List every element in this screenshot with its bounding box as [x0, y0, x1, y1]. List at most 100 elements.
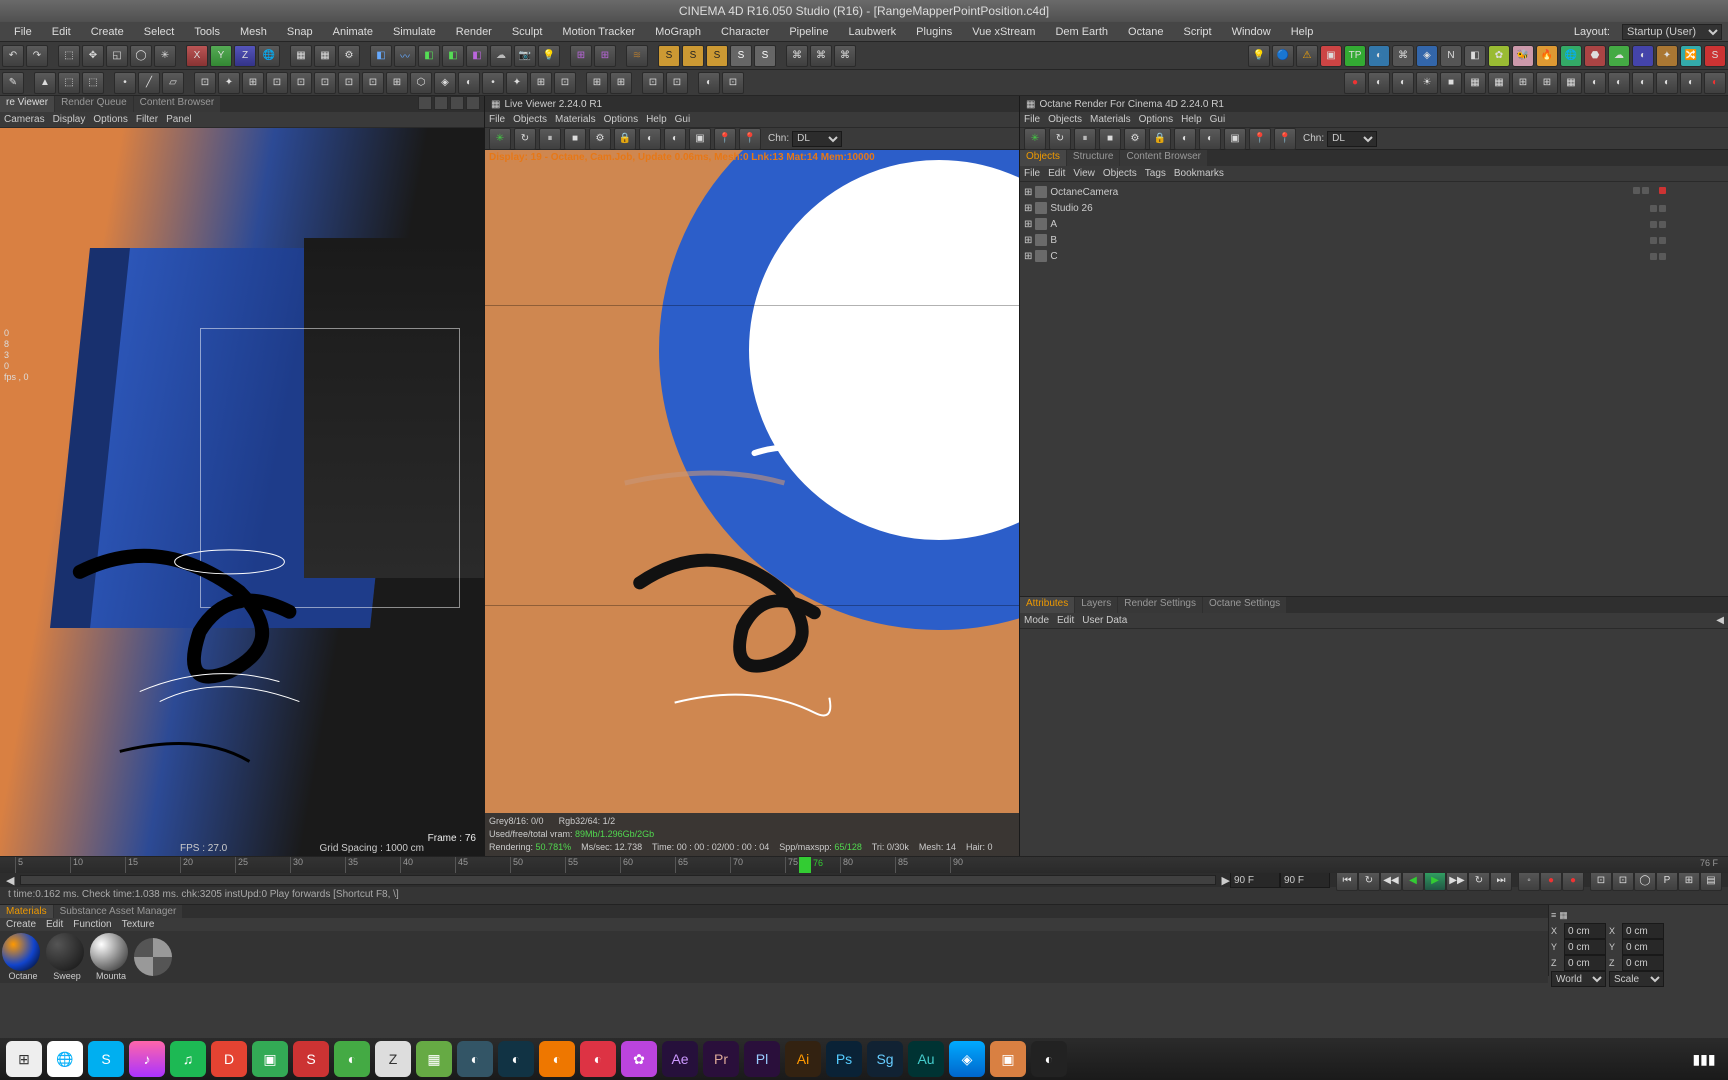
spotify-icon[interactable]: ♫: [170, 1041, 206, 1077]
objmenu-file[interactable]: File: [1024, 168, 1040, 179]
chn-dropdown[interactable]: DL: [792, 131, 842, 147]
substance5-button[interactable]: S: [754, 45, 776, 67]
sel6[interactable]: ⊡: [722, 72, 744, 94]
ball4[interactable]: ◐: [1656, 72, 1678, 94]
world-dropdown[interactable]: World: [1551, 971, 1606, 987]
oct2-stop[interactable]: ■: [1099, 128, 1121, 150]
menu-motiontracker[interactable]: Motion Tracker: [554, 24, 643, 40]
menu-script[interactable]: Script: [1175, 24, 1219, 40]
tab-content-browser[interactable]: Content Browser: [134, 96, 220, 112]
vp-cameras-menu[interactable]: Display: [53, 114, 86, 125]
sq1[interactable]: ■: [1440, 72, 1462, 94]
check-icon[interactable]: ▦: [1560, 72, 1582, 94]
menu-mesh[interactable]: Mesh: [232, 24, 275, 40]
swap-icon[interactable]: ◐: [580, 1041, 616, 1077]
move-button[interactable]: ✥: [82, 45, 104, 67]
effector-button[interactable]: ⊞: [594, 45, 616, 67]
plg4[interactable]: ⌘: [1392, 45, 1414, 67]
oct-gui[interactable]: Gui: [1210, 114, 1226, 125]
vp-display-menu[interactable]: Options: [93, 114, 127, 125]
tab-substance[interactable]: Substance Asset Manager: [54, 905, 183, 918]
menu-sculpt[interactable]: Sculpt: [504, 24, 551, 40]
scale-dropdown[interactable]: Scale: [1609, 971, 1664, 987]
material-shelf[interactable]: Octane Sweep Mounta: [0, 931, 1548, 983]
pos-x[interactable]: [1564, 923, 1606, 939]
grid2[interactable]: ⊞: [1536, 72, 1558, 94]
object-tree[interactable]: ⊞ OctaneCamera ⊞ Studio 26 ⊞ A ⊞ B ⊞: [1020, 182, 1728, 596]
menu-plugins[interactable]: Plugins: [908, 24, 960, 40]
tree-studio26[interactable]: ⊞ Studio 26: [1022, 200, 1726, 216]
plg9[interactable]: 🐝: [1512, 45, 1534, 67]
snap7[interactable]: ⊡: [338, 72, 360, 94]
pl-icon[interactable]: Pl: [744, 1041, 780, 1077]
ball5[interactable]: ◐: [1680, 72, 1702, 94]
oct-pin[interactable]: 📍: [714, 128, 736, 150]
lens2[interactable]: ◐: [1392, 72, 1414, 94]
oct-file[interactable]: File: [1024, 114, 1040, 125]
scroll-right-icon[interactable]: ▶: [1222, 874, 1230, 887]
vp-zoom-icon[interactable]: [434, 96, 448, 110]
maxon-icon[interactable]: ◐: [498, 1041, 534, 1077]
render-button[interactable]: ▦: [290, 45, 312, 67]
au-icon[interactable]: Au: [908, 1041, 944, 1077]
texture-mode-button[interactable]: ⬚: [58, 72, 80, 94]
menu-select[interactable]: Select: [136, 24, 183, 40]
menu-create[interactable]: Create: [83, 24, 132, 40]
tab-materials[interactable]: Materials: [0, 905, 53, 918]
menu-window[interactable]: Window: [1224, 24, 1279, 40]
tab-objects[interactable]: Objects: [1020, 150, 1066, 166]
lv-gui[interactable]: Gui: [675, 114, 691, 125]
itunes-icon[interactable]: ♪: [129, 1041, 165, 1077]
oct2-pin2[interactable]: 📍: [1274, 128, 1296, 150]
size-x[interactable]: [1622, 923, 1664, 939]
oct2-sphere[interactable]: ◐: [1174, 128, 1196, 150]
plg8[interactable]: ✿: [1488, 45, 1510, 67]
spline-button[interactable]: 〰: [394, 45, 416, 67]
material-sweep[interactable]: Sweep: [46, 933, 88, 981]
tab-structure[interactable]: Structure: [1067, 150, 1120, 166]
nav-back-icon[interactable]: ◀: [1716, 615, 1724, 626]
snap2[interactable]: ✦: [218, 72, 240, 94]
lv-options[interactable]: Options: [604, 114, 638, 125]
plg13[interactable]: ☁: [1608, 45, 1630, 67]
vp-filter-menu[interactable]: Panel: [166, 114, 192, 125]
snap14[interactable]: ✦: [506, 72, 528, 94]
tree-c[interactable]: ⊞ C: [1022, 248, 1726, 264]
objmenu-view[interactable]: View: [1073, 168, 1095, 179]
plg17[interactable]: S: [1704, 45, 1726, 67]
objmenu-bookmarks[interactable]: Bookmarks: [1174, 168, 1224, 179]
vp-rotate-icon[interactable]: [450, 96, 464, 110]
end-frame-field[interactable]: [1230, 872, 1280, 888]
oct-logo-icon[interactable]: ✳: [489, 128, 511, 150]
scale-button[interactable]: ◱: [106, 45, 128, 67]
lv-help[interactable]: Help: [646, 114, 667, 125]
menu-tools[interactable]: Tools: [186, 24, 228, 40]
brush-icon[interactable]: ▦: [416, 1041, 452, 1077]
lv-objects[interactable]: Objects: [513, 114, 547, 125]
tab-render-queue[interactable]: Render Queue: [55, 96, 133, 112]
work-plane-button[interactable]: ⬚: [82, 72, 104, 94]
ae-icon[interactable]: Ae: [662, 1041, 698, 1077]
attr-edit[interactable]: Edit: [1057, 615, 1074, 626]
oct-clay[interactable]: ◐: [664, 128, 686, 150]
oct-refresh[interactable]: ↻: [514, 128, 536, 150]
snap5[interactable]: ⊡: [290, 72, 312, 94]
y-lock-button[interactable]: Y: [210, 45, 232, 67]
redo-button[interactable]: ↷: [26, 45, 48, 67]
layout-dropdown[interactable]: Startup (User): [1622, 24, 1722, 40]
pos-z[interactable]: [1564, 955, 1606, 971]
oct2-refresh[interactable]: ↻: [1049, 128, 1071, 150]
tab-layers[interactable]: Layers: [1075, 597, 1117, 613]
oct-icon[interactable]: ◐: [1031, 1041, 1067, 1077]
mat-texture[interactable]: Texture: [122, 919, 155, 930]
pr-icon[interactable]: Pr: [703, 1041, 739, 1077]
lens1[interactable]: ◐: [1368, 72, 1390, 94]
rdio-icon[interactable]: ✿: [621, 1041, 657, 1077]
oct-options[interactable]: Options: [1139, 114, 1173, 125]
menu-render[interactable]: Render: [448, 24, 500, 40]
oct2-logo-icon[interactable]: ✳: [1024, 128, 1046, 150]
z-lock-button[interactable]: Z: [234, 45, 256, 67]
apps-icon[interactable]: ⊞: [6, 1041, 42, 1077]
menu-simulate[interactable]: Simulate: [385, 24, 444, 40]
oct-pause[interactable]: ⏸: [539, 128, 561, 150]
